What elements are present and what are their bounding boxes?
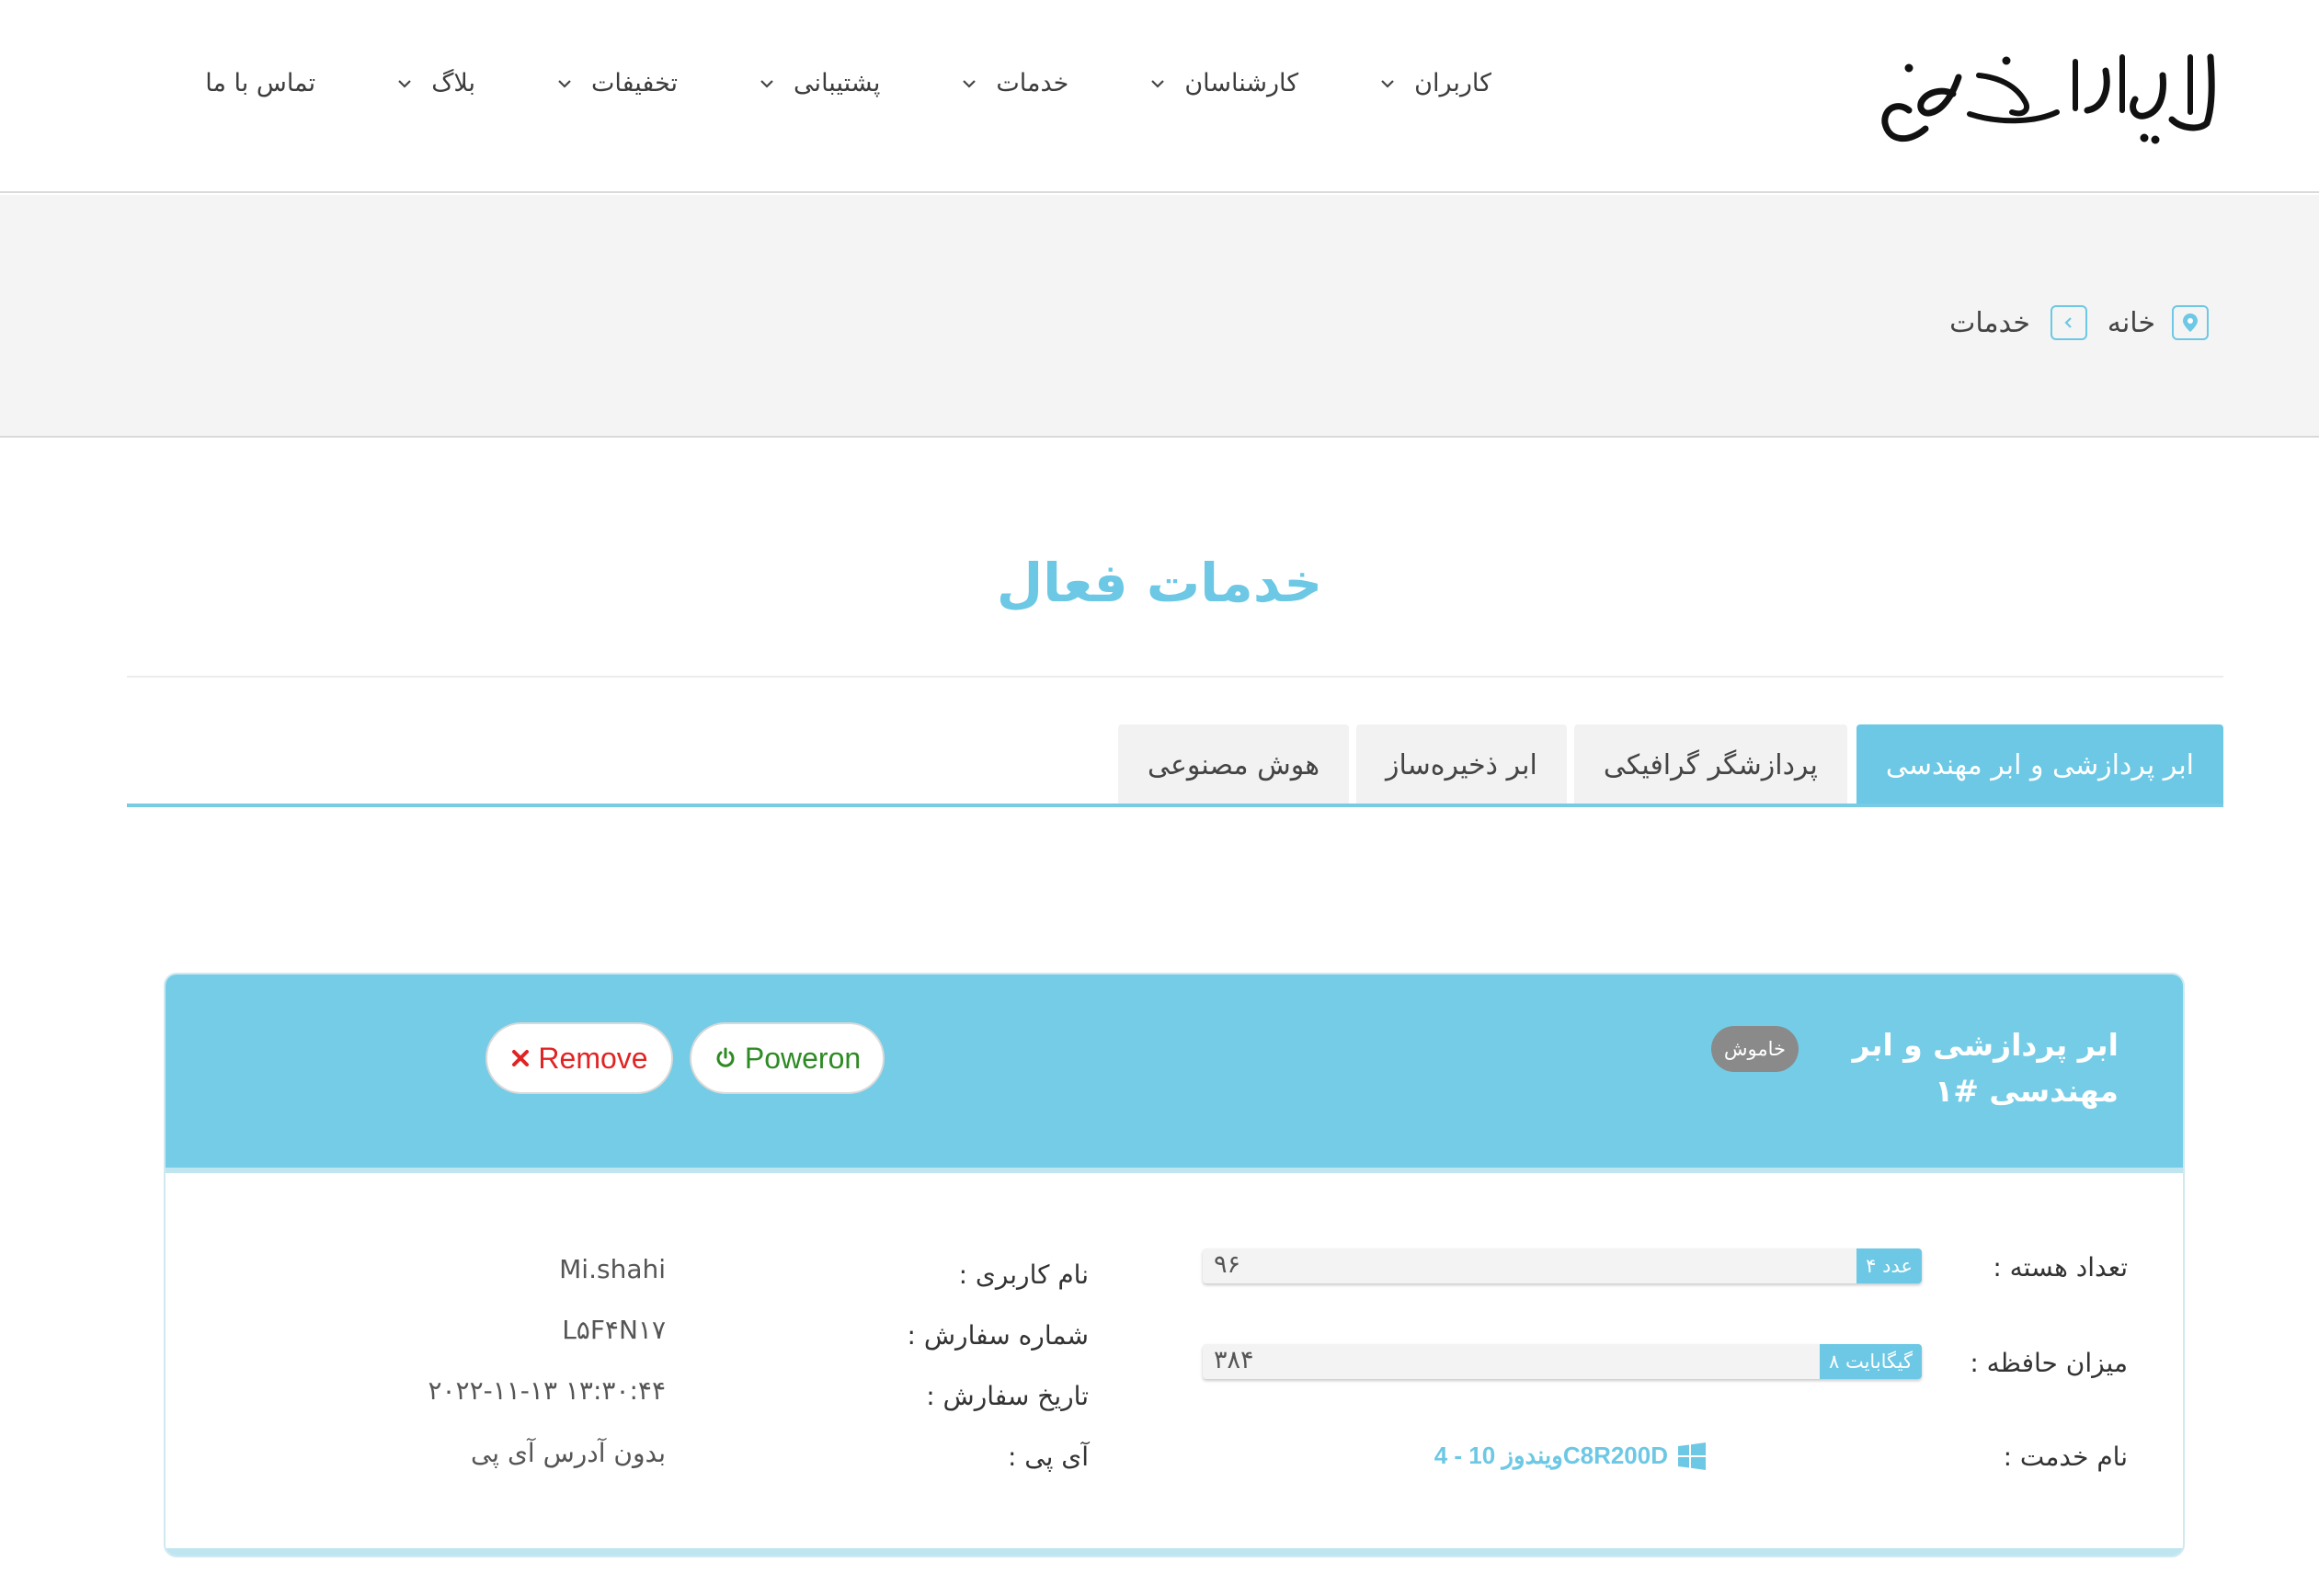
ip-value: بدون آدرس آی پی [470, 1438, 666, 1468]
service-name: ویندوز 10 - 4C8R200D [1434, 1442, 1707, 1470]
chevron-down-icon [759, 75, 775, 92]
cores-label: تعداد هسته : [1993, 1252, 2128, 1282]
poweron-label: Poweron [744, 1041, 862, 1075]
location-pin-icon [2172, 305, 2209, 340]
nav-item-label: تخفیفات [590, 69, 679, 97]
breadcrumb: خانه خدمات [1949, 305, 2209, 340]
status-badge: خاموش [1710, 1026, 1799, 1072]
tab-ai[interactable]: هوش مصنوعی [1118, 724, 1350, 805]
main-nav: کاربران کارشناسان خدمات پشتیبانی تخفیفات… [205, 69, 1491, 97]
cores-bar: ۹۶ ۴ عدد [1203, 1248, 1922, 1283]
nav-item-label: بلاگ [431, 69, 475, 97]
nav-item-discounts[interactable]: تخفیفات [556, 69, 678, 97]
poweron-button[interactable]: Poweron [690, 1022, 885, 1094]
breadcrumb-current: خدمات [1949, 306, 2030, 339]
logo-calligraphy [1881, 53, 2215, 144]
tab-gpu[interactable]: پردازشگر گرافیکی [1573, 724, 1847, 805]
order-number-value: L۵F۴N۱۷ [562, 1315, 666, 1345]
username-label: نام کاربری : [958, 1260, 1089, 1290]
remove-button[interactable]: Remove [486, 1022, 673, 1094]
service-name-value: ویندوز 10 - 4C8R200D [1434, 1442, 1668, 1469]
order-number-label: شماره سفارش : [907, 1320, 1089, 1351]
cores-tag: ۴ عدد [1856, 1248, 1922, 1283]
memory-bar: ۳۸۴ ۸ گیگابایت [1203, 1344, 1922, 1379]
service-card-header: ابر پردازشی و ابر مهندسی #۱ خاموش Powero… [166, 975, 2183, 1173]
nav-item-users[interactable]: کاربران [1379, 69, 1491, 97]
memory-label: میزان حافظه : [1970, 1348, 2128, 1378]
chevron-down-icon [396, 75, 413, 92]
cores-value: ۹۶ [1214, 1250, 1241, 1279]
chevron-down-icon [1149, 75, 1166, 92]
ip-label: آی پی : [1007, 1442, 1089, 1472]
nav-item-support[interactable]: پشتیبانی [759, 69, 880, 97]
username-value: Mi.shahi [559, 1254, 666, 1284]
breadcrumb-home-link[interactable]: خانه [2108, 307, 2155, 339]
breadcrumb-strip: خانه خدمات [0, 195, 2319, 438]
nav-item-services[interactable]: خدمات [961, 69, 1068, 97]
site-header: کاربران کارشناسان خدمات پشتیبانی تخفیفات… [0, 0, 2319, 193]
nav-item-label: کارشناسان [1184, 69, 1299, 97]
power-icon [714, 1046, 737, 1070]
order-date-label: تاریخ سفارش : [926, 1381, 1089, 1411]
card-bottom-border [166, 1548, 2183, 1556]
nav-item-contact[interactable]: تماس با ما [205, 69, 315, 97]
nav-item-blog[interactable]: بلاگ [396, 69, 475, 97]
service-tabs: ابر پردازشی و ابر مهندسی پردازشگر گرافیک… [1111, 724, 2223, 805]
tabs-underline [127, 804, 2223, 807]
chevron-down-icon [961, 75, 977, 92]
service-name-label: نام خدمت : [2003, 1442, 2128, 1472]
order-date-value: ۲۰۲۲-۱۱-۱۳ ۱۳:۳۰:۴۴ [428, 1375, 666, 1406]
nav-item-label: خدمات [996, 69, 1069, 97]
divider [127, 676, 2223, 678]
nav-item-label: پشتیبانی [794, 69, 881, 97]
chevron-left-icon [2050, 305, 2087, 340]
windows-icon [1677, 1442, 1707, 1470]
service-card-body: تعداد هسته : ۹۶ ۴ عدد میزان حافظه : ۳۸۴ … [166, 1173, 2183, 1556]
memory-tag: ۸ گیگابایت [1819, 1344, 1922, 1379]
chevron-down-icon [556, 75, 573, 92]
site-logo[interactable] [1868, 20, 2227, 163]
service-card: ابر پردازشی و ابر مهندسی #۱ خاموش Powero… [164, 973, 2185, 1557]
nav-item-label: کاربران [1414, 69, 1491, 97]
nav-item-experts[interactable]: کارشناسان [1149, 69, 1298, 97]
tab-storage[interactable]: ابر ذخیره‌ساز [1356, 724, 1567, 805]
nav-item-label: تماس با ما [205, 69, 316, 97]
close-icon [510, 1048, 531, 1068]
service-title: ابر پردازشی و ابر مهندسی #۱ [1852, 1027, 2119, 1109]
remove-label: Remove [538, 1041, 648, 1075]
chevron-down-icon [1379, 75, 1396, 92]
tab-cloud-processing[interactable]: ابر پردازشی و ابر مهندسی [1856, 724, 2223, 805]
page-title: خدمات فعال [996, 552, 1323, 614]
memory-value: ۳۸۴ [1214, 1346, 1254, 1374]
